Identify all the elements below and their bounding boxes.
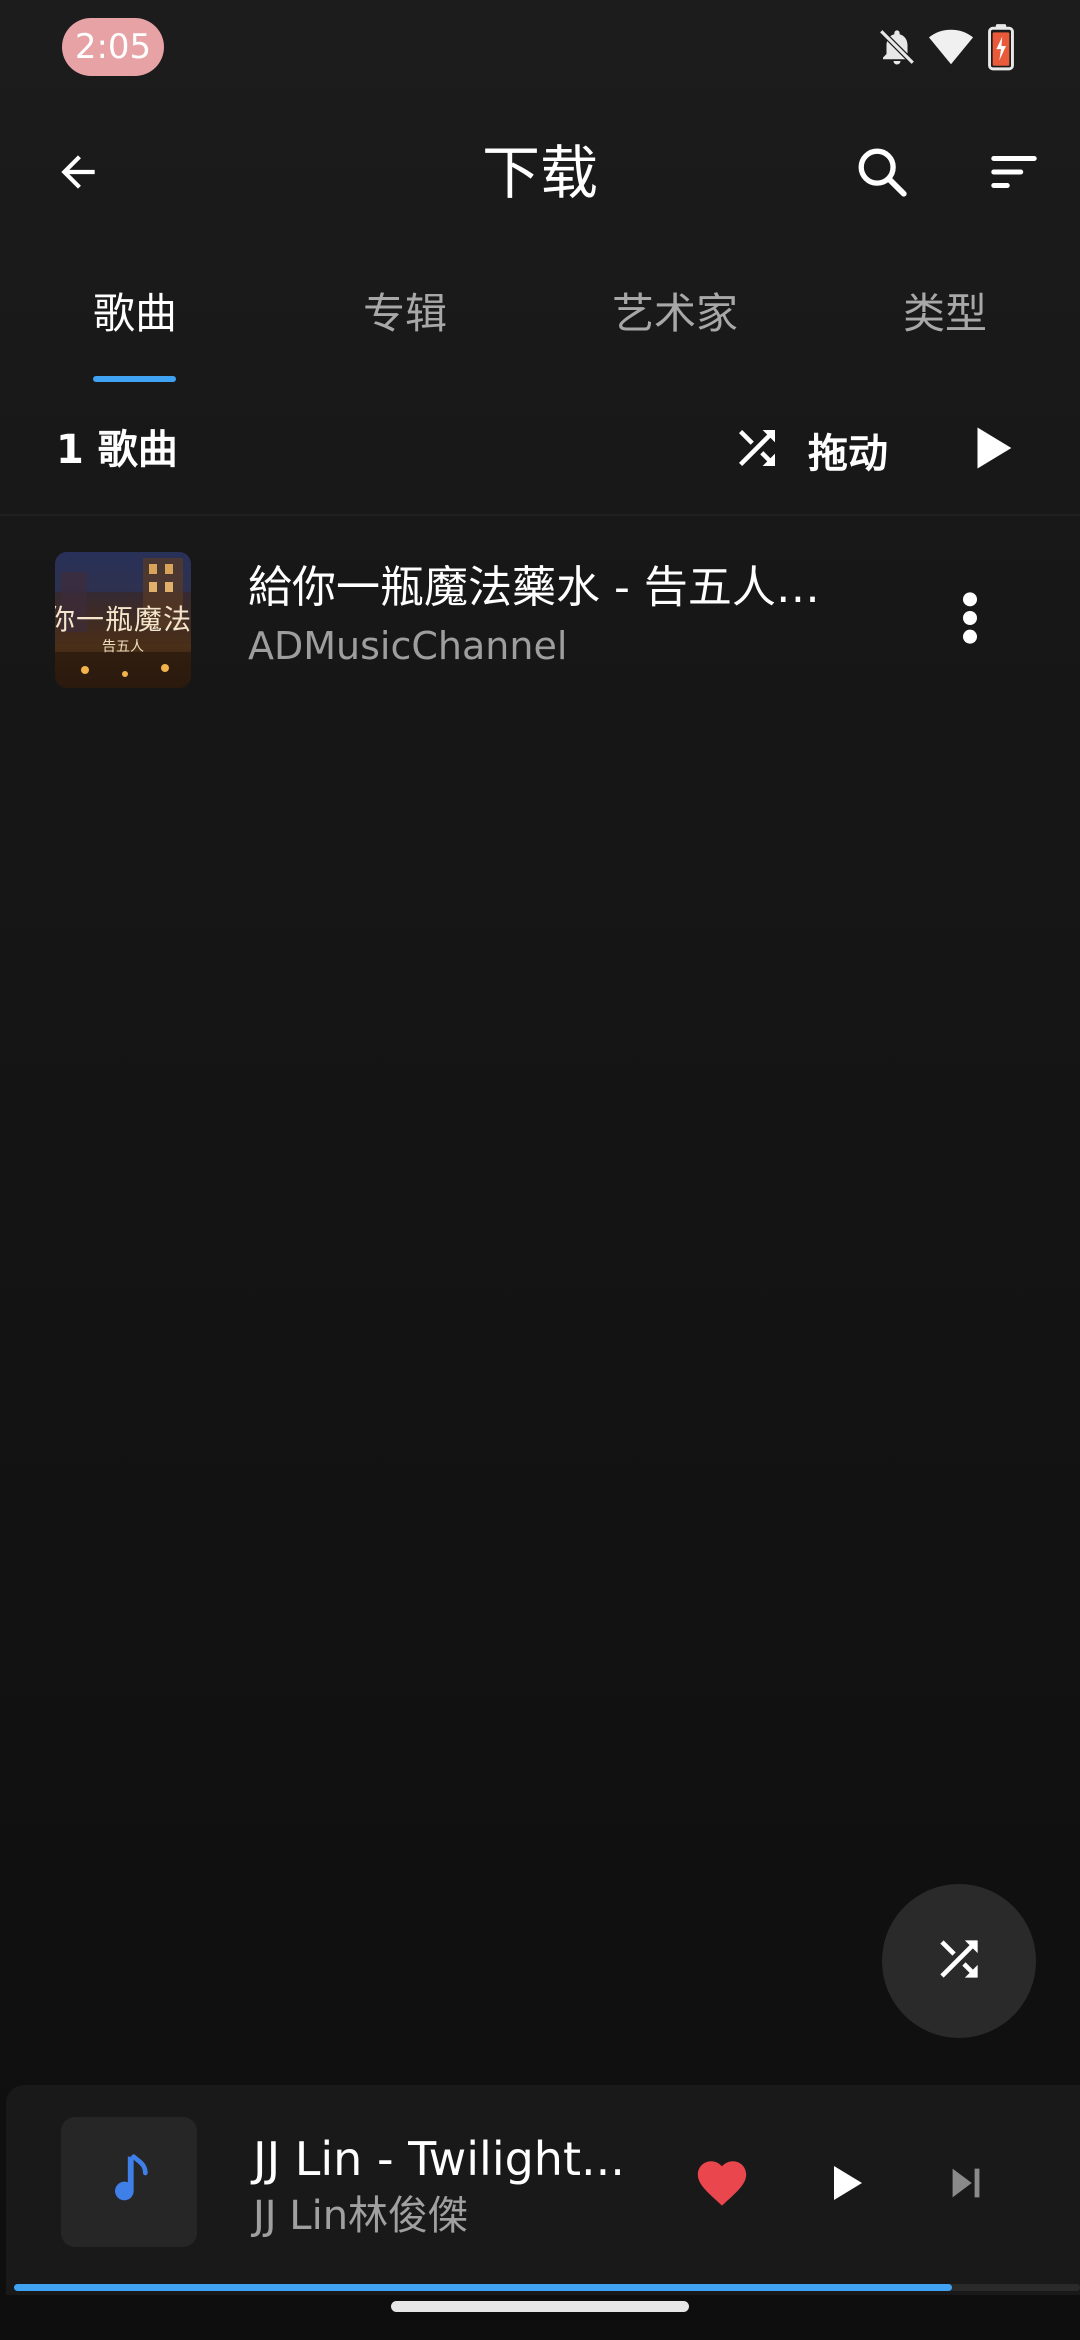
song-list-item[interactable]: 你一瓶魔法藥 告五人 給你一瓶魔法藥水 - 告五人… ADMusicChanne… [0, 540, 1080, 700]
gesture-nav-handle[interactable] [391, 2301, 689, 2312]
now-playing-title: JJ Lin - Twilight... [253, 2132, 625, 2186]
battery-charging-icon [984, 22, 1018, 76]
tab-albums[interactable]: 专辑 [330, 284, 480, 344]
song-toolbar: 1 歌曲 拖动 [0, 410, 1080, 490]
status-bar: 2:05 [0, 0, 1080, 96]
play-icon [822, 2159, 870, 2211]
skip-next-icon [943, 2160, 989, 2210]
sort-button[interactable] [970, 130, 1058, 218]
more-vert-icon [960, 590, 980, 650]
album-art-subtitle: 告五人 [102, 639, 144, 655]
playback-progress-fill [14, 2284, 953, 2291]
tab-artists[interactable]: 艺术家 [590, 284, 760, 344]
shuffle-label: 拖动 [808, 431, 888, 477]
shuffle-icon [931, 1931, 987, 1991]
skip-next-button[interactable] [926, 2145, 1006, 2225]
search-button[interactable] [838, 130, 926, 218]
play-icon [963, 419, 1021, 481]
music-note-icon [107, 2152, 151, 2212]
status-clock: 2:05 [62, 18, 164, 76]
tab-songs[interactable]: 歌曲 [60, 284, 210, 344]
playback-progress[interactable] [14, 2284, 1080, 2291]
shuffle-icon [730, 421, 784, 479]
tab-indicator [93, 376, 176, 382]
tab-bar: 歌曲 专辑 艺术家 类型 [0, 270, 1080, 382]
mini-player-art [61, 2117, 197, 2247]
favorite-button[interactable] [682, 2145, 762, 2225]
shuffle-button[interactable]: 拖动 [730, 410, 888, 490]
album-art-title: 你一瓶魔法藥 [55, 603, 191, 636]
song-title: 給你一瓶魔法藥水 - 告五人… [248, 562, 820, 613]
song-count: 1 歌曲 [56, 427, 178, 473]
shuffle-fab[interactable] [882, 1884, 1036, 2038]
song-more-button[interactable] [940, 580, 1000, 660]
heart-icon [693, 2154, 751, 2216]
divider [0, 514, 1080, 516]
album-art: 你一瓶魔法藥 告五人 [55, 552, 191, 688]
app-bar: 下载 [0, 120, 1080, 230]
wifi-icon [928, 24, 974, 74]
notifications-off-icon [876, 26, 918, 72]
downloads-screen: 2:05 下载 歌曲 专辑 艺术家 类型 1 歌曲 拖动 你一瓶魔法 告五人 給… [0, 0, 1080, 2340]
play-all-button[interactable] [958, 416, 1026, 484]
search-icon [853, 143, 911, 205]
mini-player[interactable]: JJ Lin - Twilight... JJ Lin林俊傑 [6, 2085, 1080, 2295]
sort-icon [987, 145, 1041, 203]
song-artist: ADMusicChannel [248, 624, 568, 668]
now-playing-artist: JJ Lin林俊傑 [253, 2193, 469, 2239]
tab-genres[interactable]: 类型 [870, 284, 1020, 344]
play-button[interactable] [806, 2145, 886, 2225]
